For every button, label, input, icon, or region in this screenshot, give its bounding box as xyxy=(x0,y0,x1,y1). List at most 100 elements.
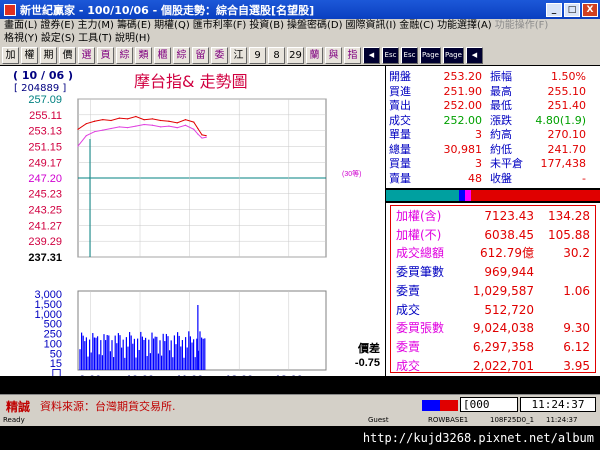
y-tick-label: 255.11 xyxy=(29,110,62,122)
toolbar-button[interactable]: 29 xyxy=(287,46,304,64)
toolbar-button[interactable]: 期 xyxy=(40,46,57,64)
toolbar-button[interactable]: 頁 xyxy=(97,46,114,64)
menu-item[interactable]: 畫面(L) xyxy=(4,19,37,32)
y-tick-label: 253.13 xyxy=(28,126,62,138)
diff-value: -0.75 xyxy=(355,357,380,369)
price-point xyxy=(184,124,187,126)
price-point xyxy=(77,145,79,147)
quote-row: 買進 251.90 最高 255.10 xyxy=(386,85,600,98)
menu-item[interactable]: 期權(Q) xyxy=(154,19,190,32)
menu-item[interactable]: 操盤密碼(D) xyxy=(287,19,343,32)
index-row: 成交 2,022,701 3.95 xyxy=(386,358,600,373)
quote-label: 賣出 xyxy=(389,99,411,112)
quote-label: 漲跌 xyxy=(490,113,512,127)
toolbar-button[interactable]: ◀ xyxy=(363,46,380,64)
menu-item[interactable]: 功能選擇(A) xyxy=(437,19,492,32)
toolbar-button[interactable]: 9 xyxy=(249,46,266,64)
maximize-button[interactable]: □ xyxy=(564,2,580,17)
window-title: 新世紀贏家 - 100/10/06 - 個股走勢：綜合自選股[名望股] xyxy=(20,3,315,17)
close-button[interactable]: X xyxy=(582,2,598,17)
quote-row: 買量 3 未平倉 177,438 xyxy=(386,157,600,170)
quote-value: 3 xyxy=(475,157,482,170)
toolbar-button[interactable]: 選 xyxy=(78,46,95,64)
quote-value: 241.70 xyxy=(547,142,587,156)
toolbar-button[interactable]: 價 xyxy=(59,46,76,64)
index-row: 成交 512,720 xyxy=(386,302,600,317)
index-extra: 134.28 xyxy=(548,209,590,223)
chart-panel: 257.09 255.11 253.13 251.15 249.17 247.20 245.… xyxy=(0,66,385,376)
price-point xyxy=(127,127,129,129)
y-tick-label: 241.27 xyxy=(28,220,62,232)
toolbar: 加權期價選頁綜類櫃綜留委江 9 8 29 蘭與指 ◀ Esc Esc Page Page ◀ xyxy=(0,45,600,65)
quote-label: 收盤 xyxy=(490,171,512,185)
toolbar-button[interactable]: Page xyxy=(442,46,464,64)
quote-label: 賣量 xyxy=(389,171,411,185)
toolbar-button[interactable]: 江 xyxy=(230,46,247,64)
price-point xyxy=(197,133,199,135)
toolbar-button[interactable]: 權 xyxy=(21,46,38,64)
minimize-button[interactable]: _ xyxy=(546,2,562,17)
menu-item[interactable]: 國際資訊(I) xyxy=(346,19,397,32)
menu-bar: 畫面(L) 證券(E) 主力(M) 籌碼(E) 期權(Q) 匯市利率(F) 投資(B) 操盤密… xyxy=(0,19,600,45)
price-point xyxy=(77,128,79,130)
price-point xyxy=(168,125,170,127)
toolbar-button[interactable]: 綜 xyxy=(116,46,133,64)
session-code: 108F25D0_1 xyxy=(490,416,535,424)
price-point xyxy=(93,120,96,122)
index-label: 委買張數 xyxy=(396,321,445,336)
quote-label: 最低 xyxy=(490,99,512,112)
toolbar-button[interactable]: 委 xyxy=(211,46,228,64)
quote-label: 買量 xyxy=(389,157,411,170)
toolbar-button[interactable]: 留 xyxy=(192,46,209,64)
input-box[interactable]: [000 xyxy=(460,397,518,412)
menu-item[interactable]: 籌碼(E) xyxy=(117,19,151,32)
menu-item[interactable]: 主力(M) xyxy=(78,19,114,32)
toolbar-button[interactable]: Esc xyxy=(382,46,399,64)
index-label: 加權(含) xyxy=(396,209,442,223)
menu-item[interactable]: 匯市利率(F) xyxy=(193,19,247,32)
y-tick-label: 257.09 xyxy=(28,94,62,106)
index-row: 委賣 1,029,587 1.06 xyxy=(386,283,600,298)
menu-item[interactable]: 說明(H) xyxy=(115,32,150,45)
toolbar-button[interactable]: 類 xyxy=(135,46,152,64)
index-value: 512,720 xyxy=(484,302,534,317)
toolbar-button[interactable]: 指 xyxy=(344,46,361,64)
menu-item[interactable]: 證券(E) xyxy=(40,19,74,32)
index-value: 1,029,587 xyxy=(472,283,534,298)
menu-item[interactable]: 格視(Y) xyxy=(4,32,38,45)
toolbar-button[interactable]: ◀ xyxy=(465,46,483,64)
toolbar-button[interactable]: 蘭 xyxy=(306,46,323,64)
index-row: 委賣 6,297,358 6.12 xyxy=(386,340,600,354)
toolbar-button[interactable]: Page xyxy=(420,46,441,64)
price-point xyxy=(201,137,203,139)
quote-value: 177,438 xyxy=(540,157,587,170)
toolbar-button[interactable]: 8 xyxy=(268,46,285,64)
price-point xyxy=(143,119,145,121)
x-tick-label: 9:00 xyxy=(79,374,101,376)
input-prefix: [ xyxy=(463,398,470,411)
toolbar-button[interactable]: 加 xyxy=(2,46,19,64)
toolbar-button[interactable]: 綜 xyxy=(173,46,190,64)
menu-item[interactable]: 金融(C) xyxy=(399,19,434,32)
toolbar-button[interactable]: Esc xyxy=(401,46,418,64)
chart-date: ( 10 / 06 ) xyxy=(13,69,74,82)
menu-item[interactable]: 投資(B) xyxy=(249,19,284,32)
menu-item[interactable]: 工具(T) xyxy=(78,32,112,45)
quote-row: 單量 3 約高 270.10 xyxy=(386,128,600,141)
menu-item[interactable]: 設定(S) xyxy=(41,32,75,45)
price-point xyxy=(160,119,162,122)
quote-value: 4.80(1.9) xyxy=(535,113,586,127)
toolbar-button[interactable]: 櫃 xyxy=(154,46,171,64)
quote-value: 255.10 xyxy=(547,84,587,98)
price-point xyxy=(168,120,170,122)
index-row: 成交總額 612.79億 30.2 xyxy=(386,247,600,260)
quote-label: 開盤 xyxy=(389,70,411,83)
toolbar-button[interactable]: 與 xyxy=(325,46,342,64)
quote-value: - xyxy=(582,171,586,185)
index-label: 成交 xyxy=(396,358,421,373)
price-point xyxy=(201,134,203,136)
price-point xyxy=(151,124,153,126)
user-text: Guest xyxy=(368,416,389,424)
menu-item[interactable]: 功能操作(F) xyxy=(495,19,549,32)
chart-svg: 257.09 255.11 253.13 251.15 249.17 247.20 245.… xyxy=(28,94,380,376)
